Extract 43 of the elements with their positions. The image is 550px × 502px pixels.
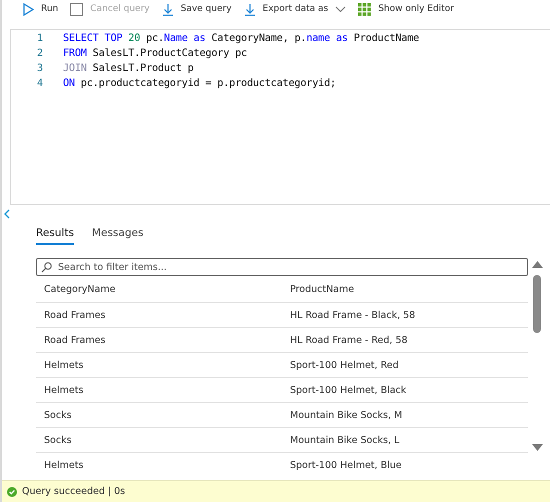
code-line: FROM SalesLT.ProductCategory pc <box>63 48 247 59</box>
code-line: ON pc.productcategoryid = p.productcategoryid; <box>63 78 336 89</box>
table-cell-text: Road Frames <box>43 334 106 346</box>
table-cell-text: Road Frames <box>43 310 106 320</box>
download-icon <box>244 2 256 16</box>
download-icon <box>162 2 174 16</box>
toolbar-button[interactable]: Show only Editor <box>358 2 454 16</box>
search-field[interactable]: Search to filter items... <box>36 258 528 276</box>
line-number: 3 <box>36 63 43 74</box>
toolbar-button[interactable]: Run <box>22 2 58 16</box>
column-header[interactable]: ProductName <box>282 284 528 294</box>
results-tab[interactable]: Messages <box>92 227 144 245</box>
search-icon <box>41 262 52 273</box>
table-cell-text: Sport-100 Helmet, Black <box>289 384 408 396</box>
play-icon <box>22 2 34 16</box>
status-text: Query succeeded | 0s <box>22 486 126 497</box>
chevron-left-icon[interactable] <box>4 209 10 219</box>
code-editor[interactable]: 1 SELECT TOP 20 pc.Name as CategoryName, p.name as ProductName 2 FROM SalesLT.ProductCategory pc 3 JOIN SalesLT.Product p 4 ON pc.productcategoryid = p.productcategoryid; <box>10 29 550 205</box>
code-line: SELECT TOP 20 pc.Name as CategoryName, p.name as ProductName <box>63 33 420 44</box>
line-number: 1 <box>36 33 43 44</box>
line-number: 4 <box>36 78 43 89</box>
table-cell-text: HL Road Frame - Red, 58 <box>289 334 409 346</box>
table-cell-text: Sport-100 Helmet, Red <box>289 360 400 370</box>
code-line: JOIN SalesLT.Product p <box>63 63 194 74</box>
scroll-up-icon[interactable] <box>532 261 542 268</box>
scroll-down-icon[interactable] <box>532 444 542 451</box>
table-cell-text: Helmets <box>43 384 84 396</box>
scrollbar-thumb[interactable] <box>533 275 541 333</box>
table-cell-text: Mountain Bike Socks, M <box>289 410 404 420</box>
table-cell-text: Mountain Bike Socks, L <box>289 434 400 446</box>
line-number: 2 <box>36 48 43 59</box>
results-tab[interactable]: Results <box>36 227 74 245</box>
table-cell-text: Socks <box>43 434 73 446</box>
grid-icon <box>358 2 372 16</box>
table-cell-text: HL Road Frame - Black, 58 <box>289 310 416 320</box>
table-cell-text: Socks <box>43 410 73 420</box>
toolbar-button[interactable]: Save query <box>162 2 232 16</box>
checkbox-icon <box>70 2 84 16</box>
table-cell-text: Sport-100 Helmet, Blue <box>289 460 403 470</box>
column-header[interactable]: CategoryName <box>36 284 282 294</box>
table-cell-text: Helmets <box>43 460 84 470</box>
table-cell-text: Helmets <box>43 360 84 370</box>
toolbar-button[interactable]: Export data as <box>244 2 346 16</box>
